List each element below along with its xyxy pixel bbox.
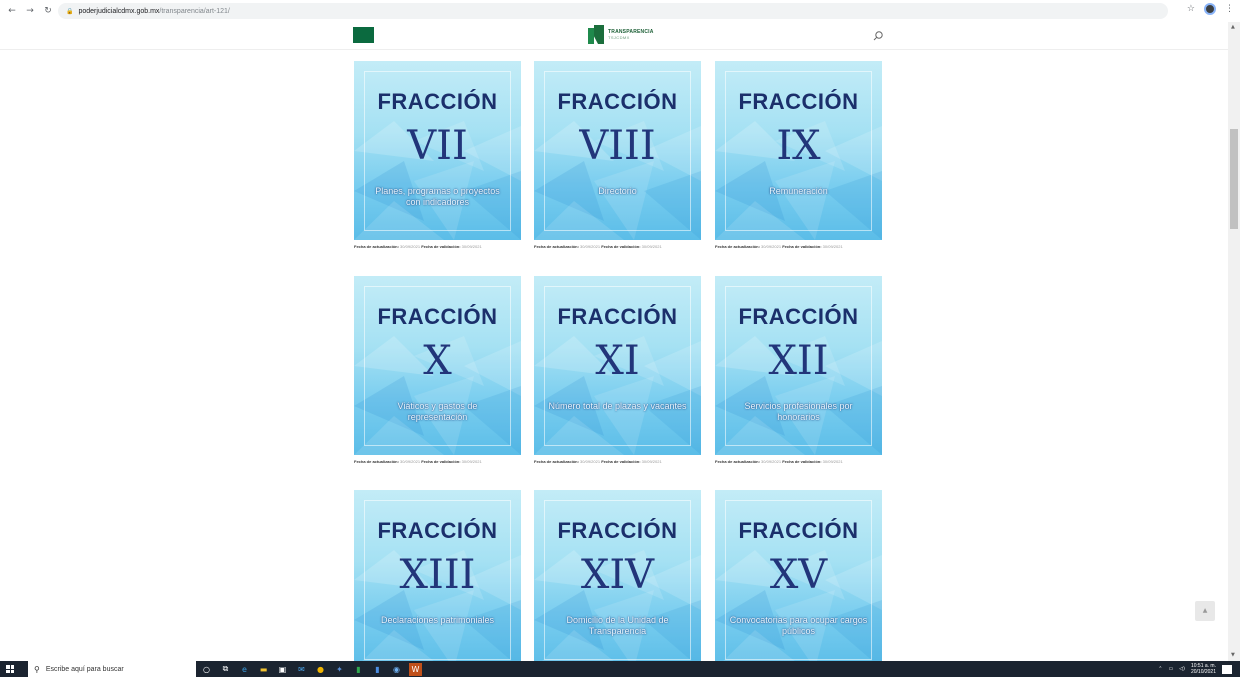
fraccion-numeral: X [423, 338, 452, 384]
fraccion-grid: FRACCIÓN VII Planes, programas o proyect… [0, 50, 1228, 661]
outlook-icon[interactable]: ▮ [371, 663, 384, 676]
scroll-thumb[interactable] [1230, 129, 1238, 229]
fraccion-label: FRACCIÓN [557, 518, 678, 543]
browser-menu-icon[interactable]: ⋮ [1225, 4, 1234, 14]
bookmark-star-icon[interactable]: ☆ [1187, 4, 1195, 14]
card-dates: Fecha de actualización: 30/09/2021 Fecha… [534, 244, 662, 249]
network-icon[interactable]: ▭ [1168, 666, 1173, 672]
edge-icon[interactable]: e [238, 663, 251, 676]
fraccion-description: Número total de plazas y vacantes [548, 401, 687, 411]
fraccion-label: FRACCIÓN [738, 304, 859, 329]
start-button[interactable] [0, 661, 20, 677]
fraccion-description: Remuneración [769, 186, 828, 196]
excel-icon[interactable]: ▮ [352, 663, 365, 676]
card-dates: Fecha de actualización: 30/09/2021 Fecha… [534, 459, 662, 464]
logo-subtitle: TSJCDMX [608, 35, 630, 40]
address-bar[interactable]: 🔒 poderjudicialcdmx.gob.mx/transparencia… [58, 3, 1168, 19]
fraccion-numeral: XV [769, 552, 828, 598]
chrome-icon[interactable]: ● [314, 663, 327, 676]
menu-button[interactable] [353, 27, 374, 43]
reload-icon[interactable]: ↻ [42, 5, 54, 17]
fraccion-numeral: IX [776, 123, 821, 169]
fraccion-description: Declaraciones patrimoniales [380, 615, 495, 625]
fraccion-numeral: VIII [579, 123, 656, 169]
fraccion-description: Planes, programas o proyectos con indica… [375, 186, 500, 207]
site-logo[interactable]: TRANSPARENCIA TSJCDMX [588, 25, 654, 44]
card-dates: Fecha de actualización: 30/09/2021 Fecha… [354, 459, 482, 464]
fraccion-numeral: XIV [580, 552, 655, 598]
fraccion-label: FRACCIÓN [738, 518, 859, 543]
taskbar-search-placeholder: Escribe aquí para buscar [45, 665, 124, 673]
fraccion-label: FRACCIÓN [377, 304, 498, 329]
fraccion-description: Viáticos y gastos de representación [397, 401, 478, 422]
notification-icon[interactable] [1222, 664, 1232, 674]
clock-date: 20/10/2021 [1190, 669, 1216, 675]
windows-taskbar: ⚲ Escribe aquí para buscar ○ ⧉ e ▬ ▣ ✉ ●… [0, 661, 1240, 677]
fraccion-label: FRACCIÓN [557, 304, 678, 329]
fraccion-label: FRACCIÓN [377, 518, 498, 543]
fraccion-numeral: VII [407, 123, 468, 169]
fraccion-description: Domicilio de la Unidad de Transparencia [566, 615, 669, 636]
fraccion-numeral: XI [595, 338, 640, 384]
back-to-top-button[interactable]: ▲ [1195, 601, 1215, 621]
fraccion-numeral: XIII [399, 552, 476, 598]
word-icon[interactable]: W [409, 662, 422, 676]
fraccion-tile[interactable]: FRACCIÓN X Viáticos y gastos de represen… [354, 276, 521, 455]
card-dates: Fecha de actualización: 30/09/2021 Fecha… [715, 244, 843, 249]
fraccion-label: FRACCIÓN [377, 89, 498, 114]
fraccion-description: Directorio [598, 186, 637, 196]
page-scrollbar[interactable]: ▲ ▼ [1228, 22, 1240, 661]
browser-toolbar: ← → ↻ 🔒 poderjudicialcdmx.gob.mx/transpa… [0, 0, 1240, 22]
fraccion-tile[interactable]: FRACCIÓN IX Remuneración [715, 61, 882, 240]
fraccion-label: FRACCIÓN [557, 89, 678, 114]
fraccion-tile[interactable]: FRACCIÓN XIII Declaraciones patrimoniale… [354, 490, 521, 661]
fraccion-tile[interactable]: FRACCIÓN VII Planes, programas o proyect… [354, 61, 521, 240]
url-host: poderjudicialcdmx.gob.mx [78, 7, 160, 15]
system-tray: ⌃ ▭ ◁) 10:51 a. m. 20/10/2021 [1158, 661, 1232, 677]
card-dates: Fecha de actualización: 30/09/2021 Fecha… [715, 459, 843, 464]
fraccion-tile[interactable]: FRACCIÓN VIII Directorio [534, 61, 701, 240]
url-path: /transparencia/art-121/ [159, 7, 230, 15]
back-icon[interactable]: ← [6, 5, 18, 17]
volume-icon[interactable]: ◁) [1179, 666, 1185, 672]
app-icon[interactable]: ◉ [390, 663, 403, 676]
lock-icon: 🔒 [66, 7, 74, 15]
windows-logo-icon [6, 665, 14, 673]
search-icon[interactable] [872, 30, 884, 42]
clock[interactable]: 10:51 a. m. 20/10/2021 [1191, 663, 1216, 675]
logo-mark-icon [588, 25, 605, 44]
search-icon: ⚲ [34, 664, 40, 674]
fraccion-description: Convocatorias para ocupar cargos público… [729, 615, 868, 636]
scroll-up-arrow-icon[interactable]: ▲ [1231, 24, 1235, 30]
fraccion-numeral: XII [768, 338, 829, 384]
fraccion-tile[interactable]: FRACCIÓN XII Servicios profesionales por… [715, 276, 882, 455]
cortana-icon[interactable]: ○ [200, 663, 213, 676]
forward-icon[interactable]: → [24, 5, 36, 17]
fraccion-tile[interactable]: FRACCIÓN XI Número total de plazas y vac… [534, 276, 701, 455]
teams-icon[interactable]: ✦ [333, 663, 346, 676]
fraccion-label: FRACCIÓN [738, 89, 859, 114]
fraccion-description: Servicios profesionales por honorarios [744, 401, 853, 422]
site-header: TRANSPARENCIA TSJCDMX [0, 22, 1228, 50]
store-icon[interactable]: ▣ [276, 663, 289, 676]
fraccion-tile[interactable]: FRACCIÓN XIV Domicilio de la Unidad de T… [534, 490, 701, 661]
file-explorer-icon[interactable]: ▬ [257, 663, 270, 676]
fraccion-tile[interactable]: FRACCIÓN XV Convocatorias para ocupar ca… [715, 490, 882, 661]
task-view-icon[interactable]: ⧉ [219, 663, 232, 676]
taskbar-search[interactable]: ⚲ Escribe aquí para buscar [28, 661, 196, 677]
scroll-down-arrow-icon[interactable]: ▼ [1231, 652, 1235, 658]
profile-avatar[interactable] [1204, 3, 1216, 15]
mail-icon[interactable]: ✉ [295, 663, 308, 676]
chevron-up-icon[interactable]: ⌃ [1158, 666, 1162, 672]
card-dates: Fecha de actualización: 30/09/2021 Fecha… [354, 244, 482, 249]
